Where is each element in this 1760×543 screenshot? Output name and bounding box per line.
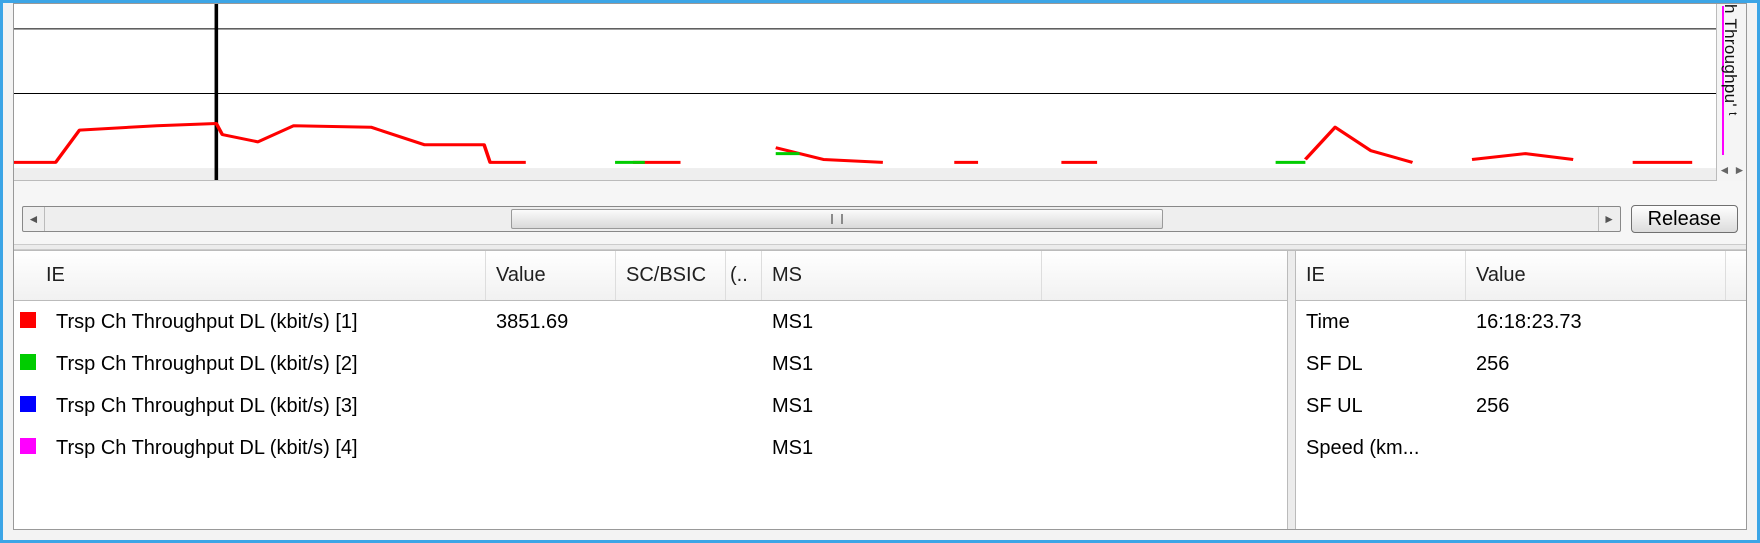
table-row[interactable]: Trsp Ch Throughput DL (kbit/s) [4] MS1 [14,427,1287,469]
cell-ms: MS1 [762,311,1042,334]
cell-value: 16:18:23.73 [1466,311,1726,334]
table-row[interactable]: Trsp Ch Throughput DL (kbit/s) [3] MS1 [14,385,1287,427]
scroll-track[interactable] [45,207,1598,231]
cell-ie: Speed (km... [1296,437,1466,460]
throughput-chart [14,4,1716,180]
scroll-thumb[interactable] [511,209,1163,229]
cell-ie: Trsp Ch Throughput DL (kbit/s) [1] [46,311,486,334]
cell-ie: Time [1296,311,1466,334]
cell-value: 3851.69 [486,311,616,334]
table-row[interactable]: SF UL256 [1296,385,1746,427]
cell-ie: SF DL [1296,353,1466,376]
col-ie[interactable]: IE [14,251,486,300]
series-swatch [14,353,46,376]
series-table: IE Value SC/BSIC (.. MS Trsp Ch Throughp… [14,251,1288,529]
col-ms[interactable]: MS [762,251,1042,300]
scroll-left-arrow[interactable]: ◄ [23,207,45,231]
col-sc-bsic[interactable]: SC/BSIC [616,251,726,300]
cell-ms: MS1 [762,395,1042,418]
series-swatch [14,437,46,460]
col-paren[interactable]: (.. [726,251,762,300]
series-swatch [14,311,46,334]
col-value[interactable]: Value [1466,251,1726,300]
series-swatch [14,395,46,418]
mini-scroll-right[interactable]: ► [1732,159,1747,181]
cell-ie: SF UL [1296,395,1466,418]
table-row[interactable]: Time16:18:23.73 [1296,301,1746,343]
table-row[interactable]: Speed (km... [1296,427,1746,469]
col-ie[interactable]: IE [1296,251,1466,300]
info-table-body: Time16:18:23.73SF DL256SF UL256Speed (km… [1296,301,1746,529]
panel-frame: h Throughpu' ᵗ ◄ ► ◄ ► Release IE [13,3,1747,530]
cell-value: 256 [1466,395,1726,418]
cell-ie: Trsp Ch Throughput DL (kbit/s) [2] [46,353,486,376]
cell-ms: MS1 [762,437,1042,460]
series-table-body: Trsp Ch Throughput DL (kbit/s) [1]3851.6… [14,301,1287,529]
cell-ms: MS1 [762,353,1042,376]
cell-value: 256 [1466,353,1726,376]
chart-axis-label: h Throughpu' ᵗ [1720,4,1740,144]
mid-toolbar: ◄ ► Release [22,204,1738,234]
table-row[interactable]: SF DL256 [1296,343,1746,385]
series-table-header[interactable]: IE Value SC/BSIC (.. MS [14,251,1287,301]
release-button[interactable]: Release [1631,205,1738,233]
chart-side-axis: h Throughpu' ᵗ ◄ ► [1716,4,1746,181]
cell-ie: Trsp Ch Throughput DL (kbit/s) [4] [46,437,486,460]
cell-ie: Trsp Ch Throughput DL (kbit/s) [3] [46,395,486,418]
scroll-right-arrow[interactable]: ► [1598,207,1620,231]
mini-scroll-left[interactable]: ◄ [1717,159,1732,181]
table-row[interactable]: Trsp Ch Throughput DL (kbit/s) [2] MS1 [14,343,1287,385]
chart-panel[interactable] [14,4,1716,181]
tables-area: IE Value SC/BSIC (.. MS Trsp Ch Throughp… [14,250,1746,529]
mini-scroll: ◄ ► [1717,159,1747,181]
info-table-header[interactable]: IE Value [1296,251,1746,301]
app-window: h Throughpu' ᵗ ◄ ► ◄ ► Release IE [0,0,1760,543]
table-row[interactable]: Trsp Ch Throughput DL (kbit/s) [1]3851.6… [14,301,1287,343]
splitter-vertical[interactable] [1288,251,1296,529]
info-table: IE Value Time16:18:23.73SF DL256SF UL256… [1296,251,1746,529]
horizontal-scrollbar[interactable]: ◄ ► [22,206,1621,232]
col-value[interactable]: Value [486,251,616,300]
